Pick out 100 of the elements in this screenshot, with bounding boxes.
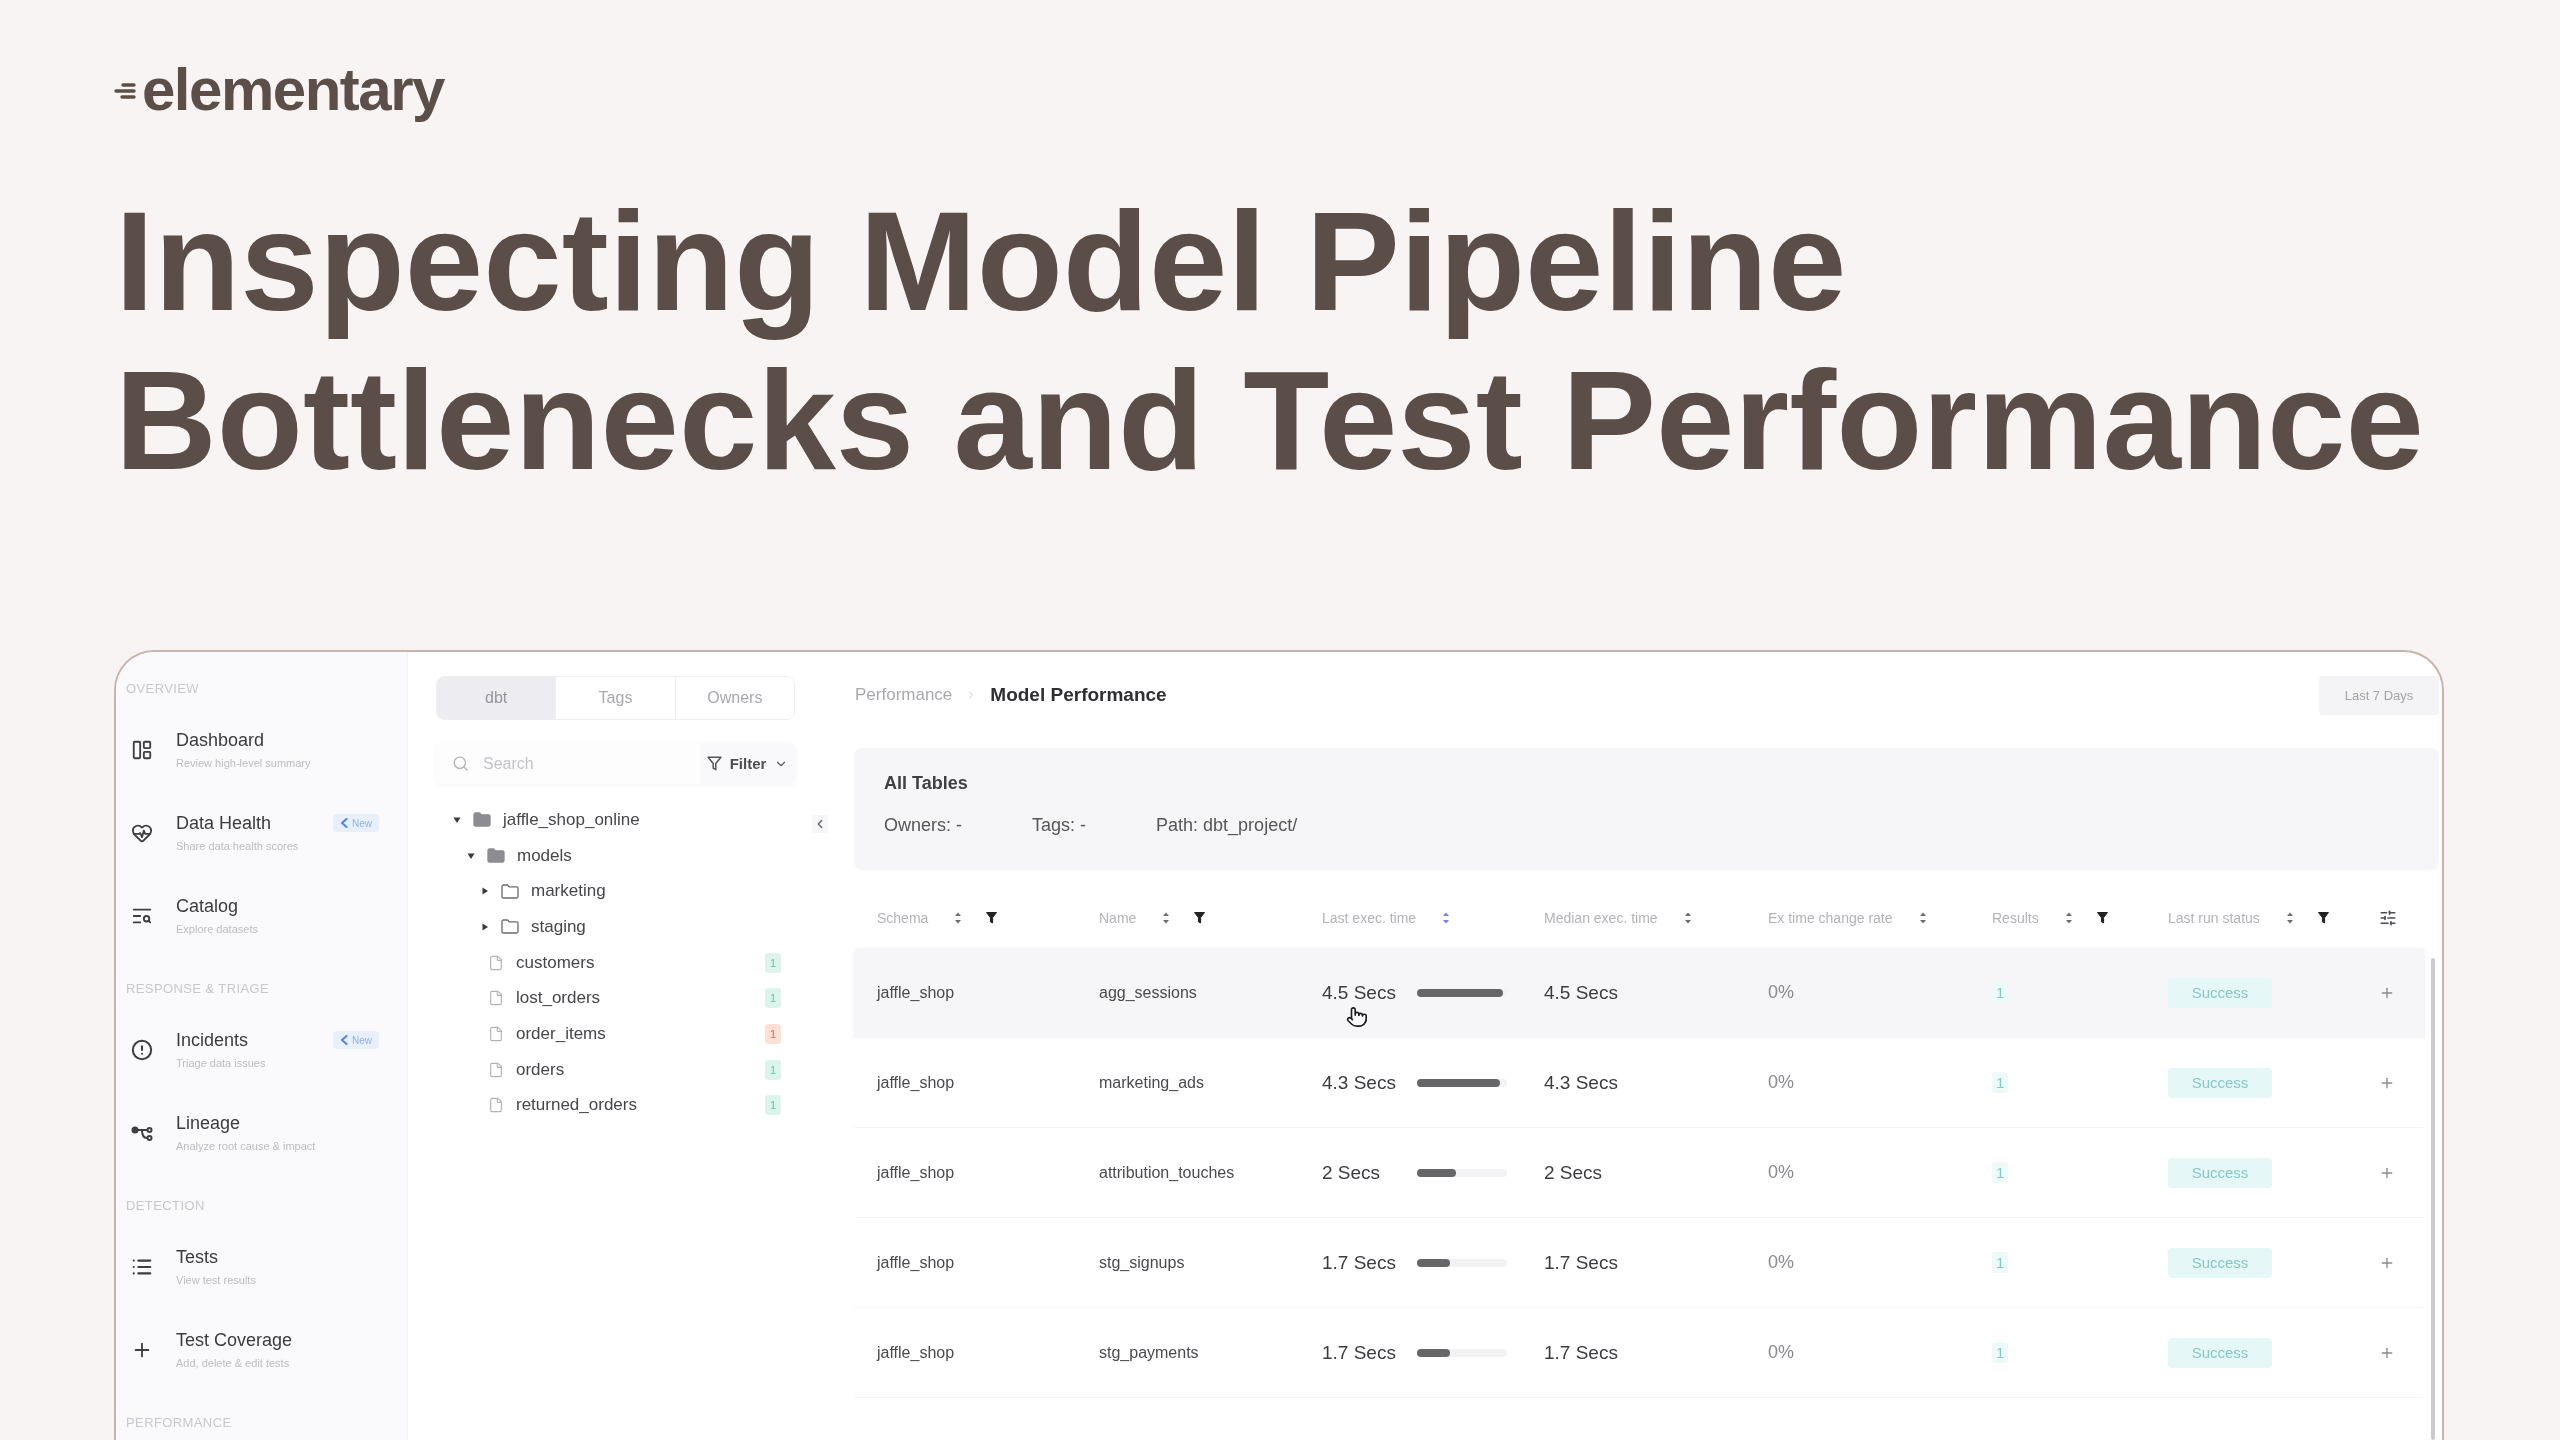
column-header: Last exec. time — [1322, 909, 1417, 926]
sort-icon[interactable] — [1683, 911, 1692, 924]
table-cell: 1.7 Secs — [1544, 1341, 1618, 1364]
nav-link[interactable]: Data Health — [176, 812, 272, 834]
count-badge: 1 — [765, 1059, 781, 1080]
new-label: New — [352, 817, 372, 829]
result-count: 1 — [1992, 1072, 2009, 1093]
file-icon — [488, 990, 504, 1007]
breadcrumb-link[interactable]: Model Performance — [990, 684, 1167, 706]
summary-field: Tags: - — [1032, 814, 1087, 836]
filter-button[interactable]: Filter — [700, 743, 795, 784]
filter-icon[interactable] — [2096, 911, 2108, 924]
table-cell: agg_sessions — [1099, 983, 1197, 1002]
count-badge: 1 — [765, 952, 781, 973]
count-badge: 1 — [765, 1023, 781, 1044]
layout-icon — [131, 738, 153, 761]
tree-item[interactable]: customers — [516, 952, 595, 973]
logo-mark-icon — [114, 82, 138, 100]
result-count: 1 — [1992, 1162, 2009, 1183]
tree-item[interactable]: models — [517, 845, 572, 866]
result-count: 1 — [1992, 1252, 2009, 1273]
column-header: Median exec. time — [1544, 909, 1658, 926]
table-cell: 4.3 Secs — [1544, 1071, 1618, 1094]
status-badge: Success — [2168, 1247, 2272, 1278]
scrollbar[interactable] — [2431, 958, 2435, 1440]
nav-link[interactable]: Dashboard — [176, 729, 265, 751]
table-cell-text: 2 Secs — [1322, 1161, 1382, 1184]
summary-field: Owners: - — [884, 814, 962, 836]
nav-link[interactable]: Catalog — [176, 895, 239, 917]
folder-icon — [473, 812, 491, 828]
count-badge: 1 — [765, 1095, 781, 1116]
table-cell: 2 Secs — [1544, 1161, 1603, 1184]
search-field[interactable]: Search — [483, 748, 690, 779]
nav-description: View test results — [176, 1273, 256, 1287]
table-cell-text: 1.7 Secs — [1322, 1251, 1397, 1274]
table-cell: 0% — [1768, 982, 1794, 1003]
sort-icon[interactable] — [2064, 911, 2073, 924]
nav-link[interactable]: Test Coverage — [176, 1329, 293, 1351]
sliders-icon[interactable] — [2379, 908, 2397, 927]
file-icon — [488, 1097, 504, 1114]
tree-item[interactable]: jaffle_shop_online — [503, 809, 640, 830]
chevron-icon — [340, 818, 348, 828]
tree-item[interactable]: returned_orders — [516, 1095, 637, 1116]
summary-title: All Tables — [884, 772, 968, 794]
file-icon — [488, 1061, 504, 1078]
caret-icon[interactable] — [467, 851, 475, 860]
nav-description: Add, delete & edit tests — [176, 1356, 290, 1370]
nav-link[interactable]: Tests — [176, 1246, 218, 1268]
folder-icon — [501, 919, 519, 935]
status-badge: Success — [2168, 1157, 2272, 1188]
filter-icon — [706, 756, 722, 771]
table-cell: 4.5 Secs — [1544, 981, 1618, 1004]
filter-icon[interactable] — [1194, 911, 1206, 924]
column-header: Results — [1992, 909, 2039, 926]
tree-item[interactable]: order_items — [516, 1023, 606, 1044]
status-badge: Success — [2168, 1337, 2272, 1368]
chevron-icon — [340, 1035, 348, 1045]
table-cell: jaffle_shop — [877, 1253, 955, 1272]
nav-description: Triage data issues — [176, 1056, 266, 1070]
sort-icon[interactable] — [1918, 911, 1927, 924]
summary-field: Path: dbt_project/ — [1156, 814, 1298, 836]
result-count: 1 — [1992, 1342, 2009, 1363]
nav-link[interactable]: Lineage — [176, 1112, 241, 1134]
filter-icon[interactable] — [2317, 911, 2329, 924]
nav-description: Analyze root cause & impact — [176, 1139, 316, 1153]
table-cell-text: 4.3 Secs — [1322, 1071, 1397, 1094]
table-cell: jaffle_shop — [877, 1163, 955, 1182]
table-cell: attribution_touches — [1099, 1163, 1235, 1182]
table-cell: jaffle_shop — [877, 1343, 955, 1362]
nav-link[interactable]: Incidents — [176, 1029, 249, 1051]
tree-item[interactable]: staging — [531, 916, 586, 937]
file-icon — [488, 1025, 504, 1042]
sort-icon[interactable] — [954, 911, 963, 924]
status-badge: Success — [2168, 977, 2272, 1008]
sort-icon[interactable] — [1162, 911, 1171, 924]
column-header: Ex time change rate — [1768, 909, 1893, 926]
status-badge: Success — [2168, 1067, 2272, 1098]
collapse-button[interactable] — [812, 815, 828, 833]
folder-icon — [501, 883, 519, 899]
filter-icon[interactable] — [986, 911, 998, 924]
caret-icon[interactable] — [481, 922, 489, 931]
table-cell: 0% — [1768, 1162, 1794, 1183]
tree-item[interactable]: orders — [516, 1059, 565, 1080]
hand-cursor-icon — [1346, 1005, 1368, 1028]
caret-icon[interactable] — [453, 815, 461, 824]
caret-icon[interactable] — [481, 887, 489, 896]
search-icon — [452, 755, 469, 772]
sort-icon[interactable] — [1442, 911, 1451, 924]
table-cell: marketing_ads — [1099, 1073, 1204, 1092]
table-cell: stg_payments — [1099, 1343, 1199, 1362]
column-header: Last run status — [2168, 909, 2260, 926]
headline: Inspecting Model Pipeline Bottlenecks and Test Performance — [115, 182, 2424, 500]
folder-icon — [487, 848, 505, 864]
table-cell: 0% — [1768, 1342, 1794, 1363]
table-cell: stg_signups — [1099, 1253, 1185, 1272]
logo-text: elementary — [142, 55, 444, 125]
table-row[interactable]: jaffle_shop agg_sessions 4.5 Secs 4.5 Secs 0% 1 Success — [854, 948, 2425, 1038]
tree-item[interactable]: lost_orders — [516, 988, 601, 1009]
tree-item[interactable]: marketing — [531, 881, 606, 902]
sort-icon[interactable] — [2285, 911, 2294, 924]
